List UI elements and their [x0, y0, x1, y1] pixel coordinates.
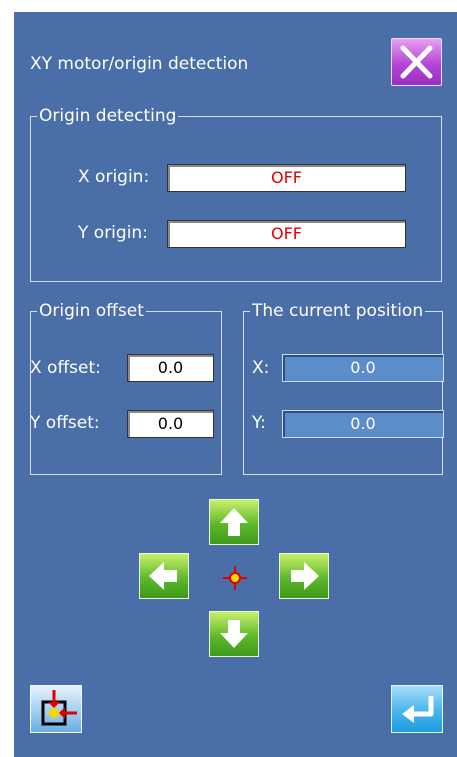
origin-detecting-legend: Origin detecting — [39, 106, 177, 126]
move-right-button[interactable] — [279, 553, 329, 599]
move-left-button[interactable] — [139, 553, 189, 599]
current-position-group: The current position — [243, 301, 443, 475]
origin-detect-icon — [41, 690, 77, 726]
y-offset-label: Y offset: — [30, 413, 100, 433]
current-y-value: 0.0 — [282, 410, 444, 438]
current-x-value: 0.0 — [282, 354, 444, 382]
origin-offset-legend: Origin offset — [39, 301, 144, 321]
current-position-legend: The current position — [252, 301, 424, 321]
arrow-down-icon — [220, 620, 248, 648]
x-offset-label: X offset: — [30, 358, 101, 378]
x-origin-label: X origin: — [78, 167, 150, 187]
move-down-button[interactable] — [209, 611, 259, 657]
arrow-right-icon — [291, 562, 319, 590]
y-origin-label: Y origin: — [78, 223, 148, 243]
crosshair-marker — [222, 565, 248, 591]
y-origin-value: OFF — [167, 220, 406, 248]
origin-detect-button[interactable] — [30, 685, 82, 733]
move-up-button[interactable] — [209, 499, 259, 545]
current-x-label: X: — [252, 358, 270, 378]
enter-button[interactable] — [391, 685, 443, 733]
crosshair-icon — [223, 566, 247, 590]
close-icon — [400, 45, 433, 79]
origin-offset-group: Origin offset — [30, 301, 222, 475]
page-title: XY motor/origin detection — [30, 54, 249, 74]
main-panel: XY motor/origin detection Origin detecti… — [14, 12, 457, 757]
current-y-label: Y: — [252, 413, 266, 433]
x-origin-value: OFF — [167, 164, 406, 192]
arrow-up-icon — [220, 508, 248, 536]
y-offset-input[interactable]: 0.0 — [127, 410, 214, 438]
x-offset-input[interactable]: 0.0 — [127, 354, 214, 382]
enter-icon — [402, 696, 434, 723]
close-button[interactable] — [391, 38, 442, 86]
origin-detecting-group: Origin detecting — [30, 106, 442, 282]
arrow-left-icon — [149, 562, 177, 590]
